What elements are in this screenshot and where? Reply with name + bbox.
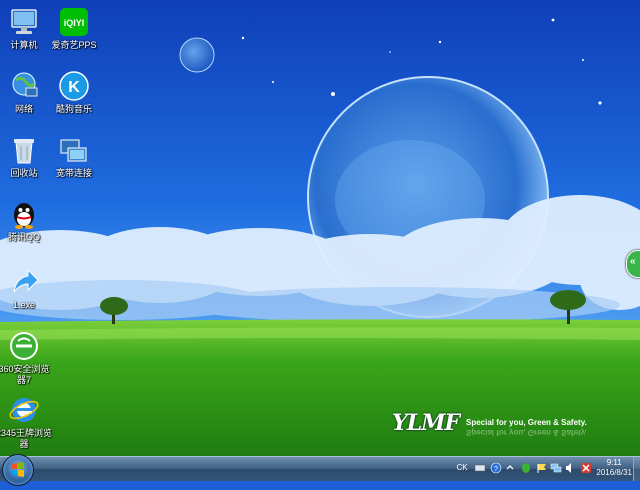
side-tab-arrow: « — [630, 256, 636, 267]
desktop-icon-label: 酷狗音乐 — [55, 104, 92, 114]
broadband-icon — [58, 134, 90, 166]
clock-date: 2016/8/31 — [596, 468, 632, 477]
volume-icon[interactable] — [564, 462, 576, 474]
taskbar-clock[interactable]: 9:11 2016/8/31 — [596, 458, 632, 478]
ylmf-logo: YLMF — [392, 410, 460, 436]
desktop-icon-label: 1.exe — [12, 300, 36, 310]
desktop-icon-360-browser[interactable]: 360安全浏览器7 — [0, 328, 54, 390]
security-shield-icon[interactable] — [520, 462, 532, 474]
ylmf-brand: YLMF Special for you, Green & Safety. Sp… — [392, 410, 602, 440]
desktop-icon-label: 宽带连接 — [55, 168, 92, 178]
shortcut-arrow-icon — [8, 266, 40, 298]
network-icon — [8, 70, 40, 102]
app-tray-icon[interactable] — [580, 462, 592, 474]
taskbar: CK ? 9:11 2016/8/31 — [0, 454, 640, 486]
kugou-icon: K — [58, 70, 90, 102]
desktop-icon-label: 360安全浏览器7 — [0, 364, 50, 385]
tray-arrow-icon[interactable] — [504, 462, 516, 474]
brand-slogan: Special for you, Green & Safety. — [466, 418, 587, 427]
kugou-logo-text: K — [68, 79, 80, 96]
show-desktop-button[interactable] — [633, 457, 640, 481]
computer-icon — [8, 6, 40, 38]
desktop-icon-label: 爱奇艺PPS — [51, 40, 97, 50]
desktop-icon-broadband[interactable]: 宽带连接 — [44, 132, 104, 194]
recycle-bin-icon — [8, 134, 40, 166]
network-tray-icon[interactable] — [550, 462, 562, 474]
desktop-icon-kugou[interactable]: K 酷狗音乐 — [44, 68, 104, 130]
clock-time: 9:11 — [606, 458, 622, 467]
360-browser-icon — [8, 330, 40, 362]
desktop-icon-qq[interactable]: 腾讯QQ — [0, 196, 54, 258]
desktop-icon-2345-browser[interactable]: 2345王牌浏览器 — [0, 392, 54, 454]
start-button[interactable] — [2, 454, 34, 486]
desktop-icon-1exe[interactable]: 1.exe — [0, 264, 54, 326]
ie-browser-icon — [8, 394, 40, 426]
svg-text:?: ? — [494, 466, 498, 473]
brand-slogan-reflection: Special for you, Green & Safety. — [466, 428, 587, 437]
iqiyi-logo-text: iQIYI — [64, 18, 85, 28]
qq-icon — [8, 198, 40, 230]
windows-logo-icon — [12, 462, 24, 477]
help-icon[interactable]: ? — [490, 462, 502, 474]
desktop-icon-label: 2345王牌浏览器 — [0, 428, 53, 449]
desktop[interactable]: 计算机 iQIYI 爱奇艺PPS 网络 K 酷狗音乐 回收站 宽带连接 腾讯QQ… — [0, 0, 640, 456]
system-tray: CK ? 9:11 2016/8/31 — [440, 457, 640, 481]
iqiyi-icon: iQIYI — [58, 6, 90, 38]
action-center-flag-icon[interactable] — [536, 462, 548, 474]
keyboard-icon[interactable] — [474, 462, 486, 474]
language-indicator[interactable]: CK — [454, 462, 470, 474]
desktop-icon-label: 腾讯QQ — [7, 232, 40, 242]
desktop-icon-iqiyi[interactable]: iQIYI 爱奇艺PPS — [44, 4, 104, 66]
side-expand-tab[interactable]: « — [626, 250, 640, 278]
